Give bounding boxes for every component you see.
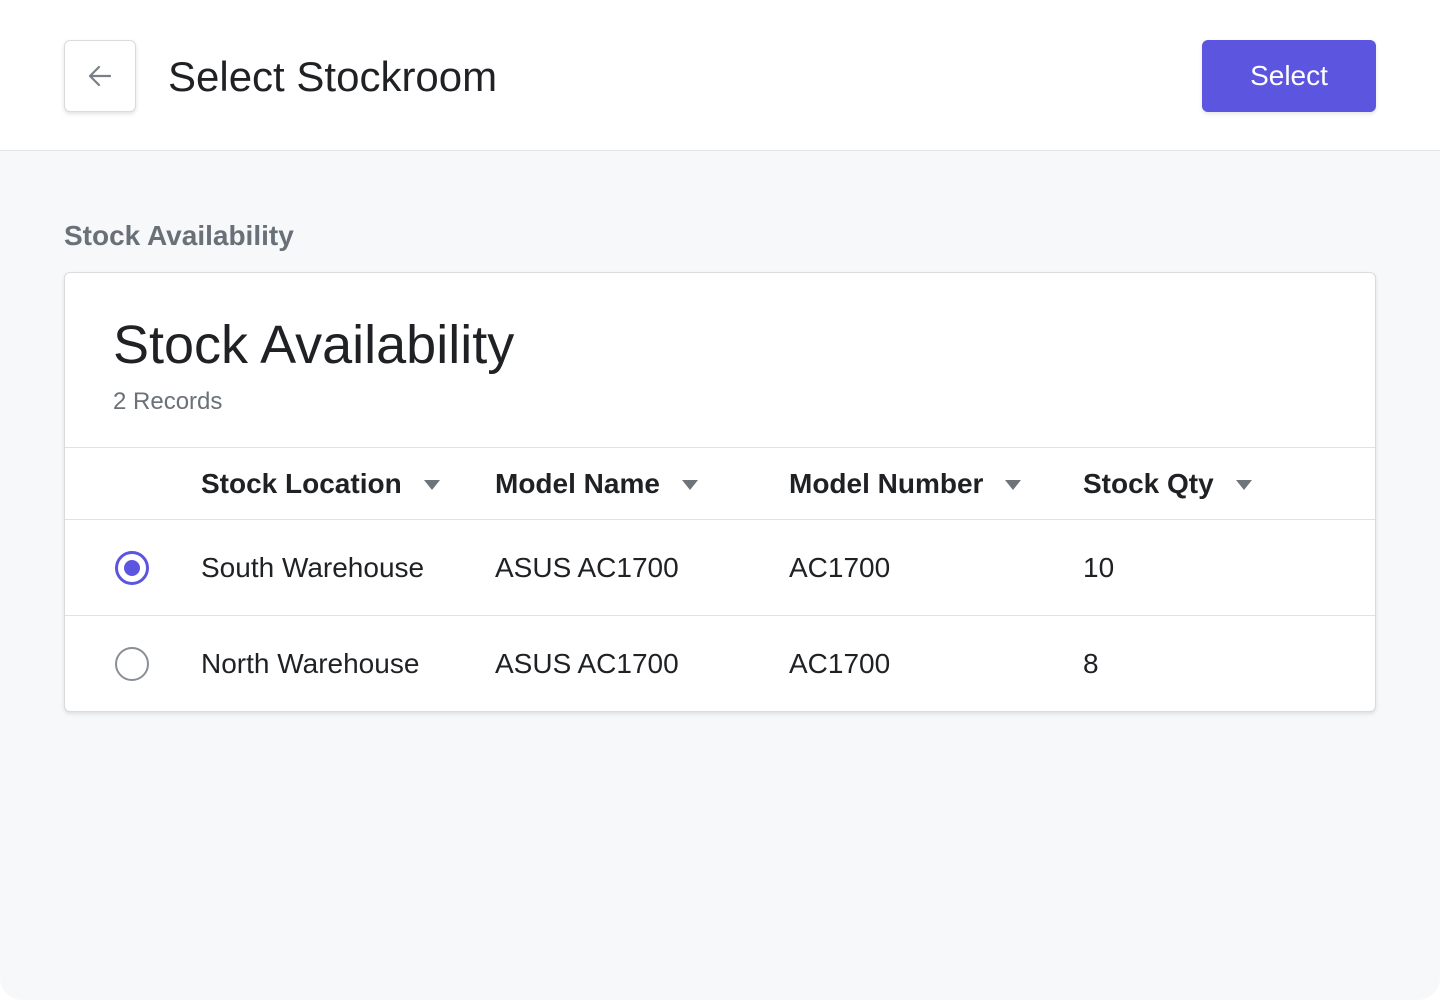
column-header-model-name[interactable]: Model Name — [495, 448, 698, 520]
column-header-label: Stock Location — [201, 468, 402, 499]
page-title: Select Stockroom — [168, 53, 498, 100]
record-count: 2 Records — [113, 388, 223, 415]
column-header-label: Model Number — [789, 468, 984, 499]
row-radio-selected[interactable] — [115, 551, 149, 585]
sort-down-icon — [1235, 480, 1252, 490]
cell-stock-location: North Warehouse — [201, 648, 420, 679]
back-button[interactable] — [64, 40, 136, 112]
app-window: Select Stockroom Select Stock Availabili… — [0, 0, 1440, 1000]
column-header-label: Stock Qty — [1083, 468, 1214, 499]
cell-stock-location: South Warehouse — [201, 552, 425, 583]
sort-down-icon — [681, 480, 698, 490]
column-header-model-number[interactable]: Model Number — [789, 448, 1022, 520]
table-header: Stock Location Model Name Model Number S… — [65, 447, 1375, 520]
column-header-stock-location[interactable]: Stock Location — [201, 448, 440, 520]
arrow-left-icon — [88, 65, 112, 87]
column-header-label: Model Name — [495, 468, 660, 499]
table-row[interactable]: South Warehouse ASUS AC1700 AC1700 10 — [65, 520, 1375, 616]
section-label: Stock Availability — [64, 220, 294, 251]
column-header-stock-qty[interactable]: Stock Qty — [1083, 448, 1252, 520]
select-button[interactable]: Select — [1202, 40, 1376, 112]
page-header: Select Stockroom Select — [0, 0, 1440, 151]
row-radio[interactable] — [115, 647, 149, 681]
sort-down-icon — [1005, 480, 1022, 490]
card-title: Stock Availability — [113, 315, 515, 375]
cell-stock-qty: 10 — [1083, 552, 1115, 583]
cell-model-name: ASUS AC1700 — [495, 648, 679, 679]
cell-model-number: AC1700 — [789, 552, 891, 583]
cell-stock-qty: 8 — [1083, 648, 1099, 679]
cell-model-number: AC1700 — [789, 648, 891, 679]
stock-table: Stock Location Model Name Model Number S… — [65, 447, 1375, 711]
sort-down-icon — [423, 480, 440, 490]
stock-availability-card: Stock Availability 2 Records Stock Locat… — [64, 272, 1376, 712]
table-row[interactable]: North Warehouse ASUS AC1700 AC1700 8 — [65, 616, 1375, 711]
cell-model-name: ASUS AC1700 — [495, 552, 679, 583]
